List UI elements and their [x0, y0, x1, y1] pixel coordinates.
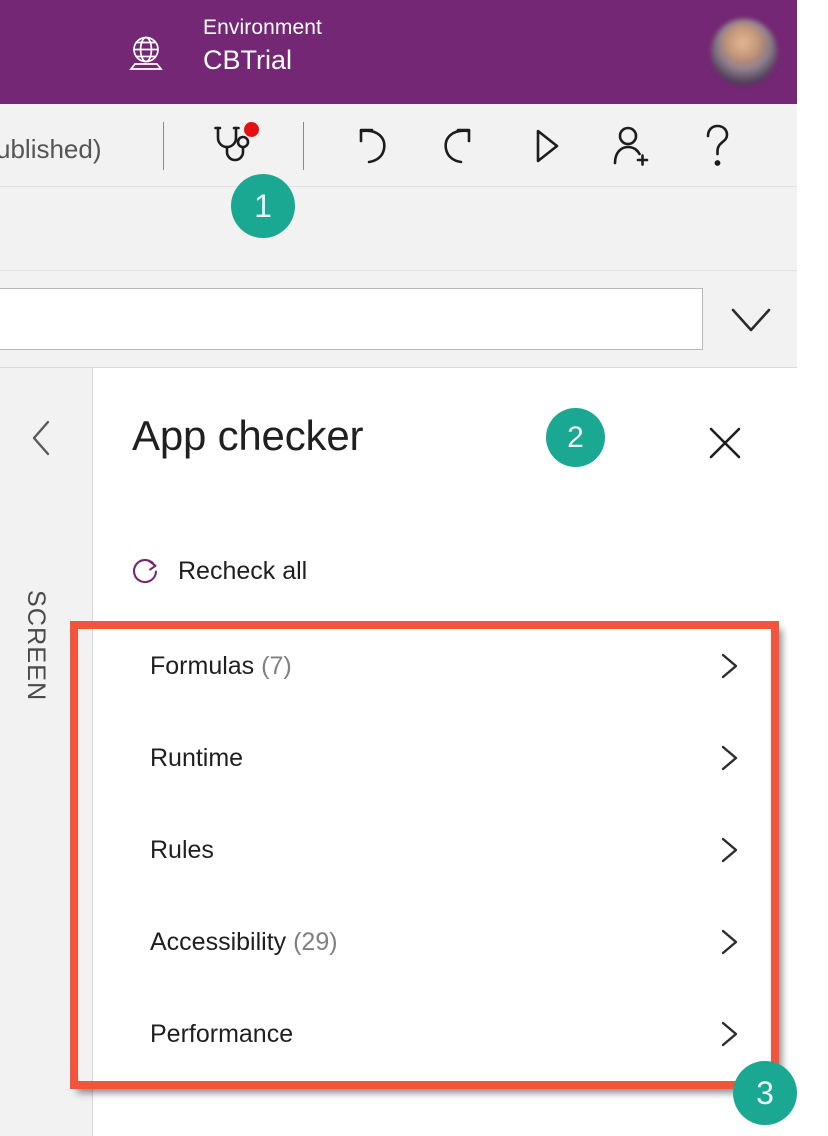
list-item-count: (7) [261, 651, 292, 680]
list-item-label: Rules [150, 835, 214, 864]
chevron-right-icon [716, 743, 742, 773]
list-item-label: Runtime [150, 743, 244, 772]
share-button[interactable] [604, 120, 658, 172]
chevron-down-icon [716, 308, 786, 346]
close-icon [706, 427, 744, 466]
refresh-icon [130, 556, 161, 587]
toolbar-separator [163, 122, 164, 170]
page-title: App checker [132, 412, 364, 459]
app-checker-panel: App checker Recheck all Formulas (7) Run… [93, 368, 797, 1136]
environment-label: Environment [203, 16, 322, 39]
chevron-right-icon [716, 927, 742, 957]
secondary-toolbar [0, 187, 797, 271]
annotation-badge-1: 1 [231, 174, 295, 238]
preview-button[interactable] [518, 120, 572, 172]
close-panel-button[interactable] [706, 424, 744, 462]
formula-bar-row [0, 271, 797, 368]
formula-expander-button[interactable] [716, 297, 786, 342]
globe-icon [127, 33, 165, 73]
recheck-all-label: Recheck all [178, 557, 308, 585]
publish-status-text: ublished) [0, 134, 102, 164]
annotation-badge-3: 3 [733, 1061, 797, 1125]
notification-dot-icon [244, 122, 259, 137]
rail-collapse-button[interactable] [26, 416, 58, 460]
play-icon [518, 120, 572, 172]
help-button[interactable] [690, 120, 744, 172]
list-item[interactable]: Performance [93, 988, 797, 1080]
avatar[interactable] [711, 19, 777, 85]
list-item-label: Accessibility (29) [150, 927, 338, 956]
question-mark-icon [690, 120, 744, 172]
rail-screen-label: SCREEN [22, 590, 50, 702]
person-add-icon [604, 120, 658, 172]
list-item[interactable]: Accessibility (29) [93, 896, 797, 988]
toolbar: ublished) [0, 104, 797, 187]
chevron-right-icon [716, 835, 742, 865]
list-item-count: (29) [293, 927, 338, 956]
list-item-label: Formulas (7) [150, 651, 292, 680]
app-checker-list: Formulas (7) Runtime Rules Accessibility… [93, 620, 797, 1080]
redo-button[interactable] [431, 120, 485, 172]
formula-input[interactable] [0, 288, 703, 350]
app-root: Environment CBTrial ublished) SCREEN App… [0, 0, 828, 1136]
toolbar-separator [303, 122, 304, 170]
environment-value: CBTrial [203, 45, 293, 75]
list-item[interactable]: Rules [93, 804, 797, 896]
chevron-right-icon [716, 1019, 742, 1049]
chevron-left-icon [26, 420, 58, 464]
environment-header: Environment CBTrial [0, 0, 797, 104]
screen-rail: SCREEN [0, 368, 93, 1136]
list-item[interactable]: Runtime [93, 712, 797, 804]
recheck-all-button[interactable]: Recheck all [130, 556, 307, 587]
environment-text: Environment CBTrial [203, 15, 322, 78]
undo-icon [345, 120, 399, 172]
undo-button[interactable] [345, 120, 399, 172]
chevron-right-icon [716, 651, 742, 681]
list-item[interactable]: Formulas (7) [93, 620, 797, 712]
redo-icon [431, 120, 485, 172]
list-item-label: Performance [150, 1019, 294, 1048]
annotation-badge-2: 2 [546, 408, 605, 467]
